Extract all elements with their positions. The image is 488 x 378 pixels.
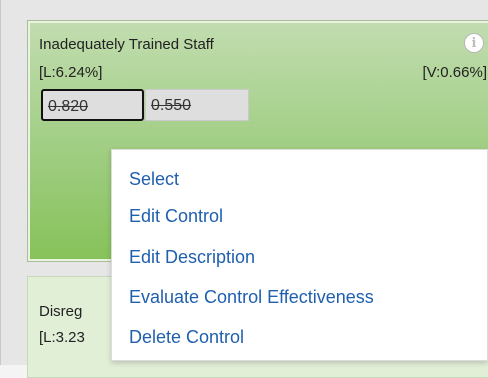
- menu-item-edit-description[interactable]: Edit Description: [129, 247, 255, 268]
- menu-item-delete-control[interactable]: Delete Control: [129, 327, 244, 348]
- value-stat: [V:0.66%]: [422, 64, 487, 81]
- likelihood-stat: [L:3.23: [39, 329, 85, 346]
- info-icon[interactable]: i: [464, 33, 484, 53]
- card-title: Disreg: [39, 303, 83, 320]
- card-title: Inadequately Trained Staff: [39, 36, 214, 53]
- menu-item-select[interactable]: Select: [129, 169, 179, 190]
- control-value-secondary[interactable]: 0.550: [145, 89, 249, 121]
- likelihood-stat: [L:6.24%]: [39, 64, 103, 81]
- context-menu: Select Edit Control Edit Description Eva…: [111, 149, 488, 361]
- control-value-primary[interactable]: 0.820: [41, 89, 144, 121]
- menu-item-evaluate-control-effectiveness[interactable]: Evaluate Control Effectiveness: [129, 287, 374, 308]
- menu-item-edit-control[interactable]: Edit Control: [129, 206, 223, 227]
